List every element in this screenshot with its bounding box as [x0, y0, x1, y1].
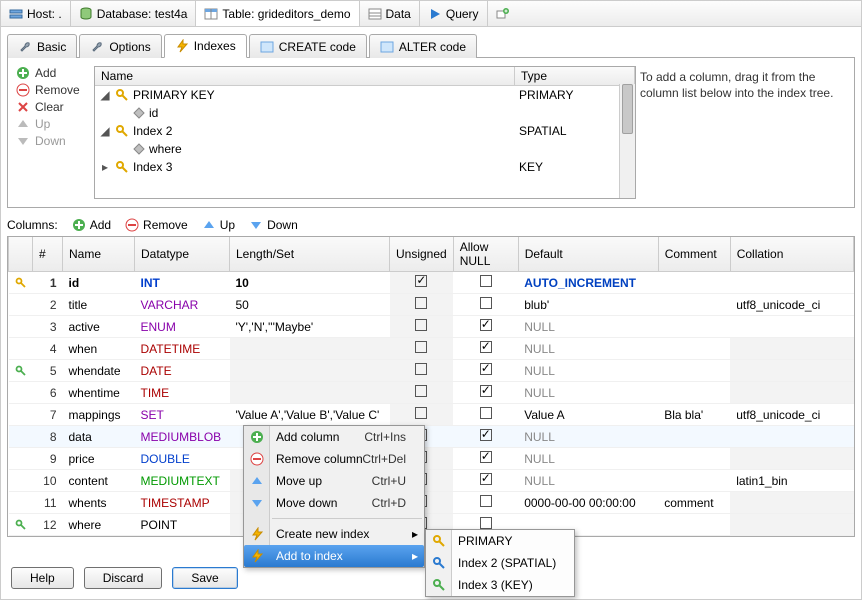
tab-options[interactable]: Options	[79, 34, 161, 58]
breadcrumb-database[interactable]: Database: test4a	[71, 1, 197, 26]
columns-grid[interactable]: # Name Datatype Length/Set Unsigned Allo…	[7, 236, 855, 537]
context-menu: Add columnCtrl+Ins Remove columnCtrl+Del…	[243, 425, 425, 568]
grid-header-unsigned[interactable]: Unsigned	[390, 237, 454, 272]
breadcrumb-data[interactable]: Data	[360, 1, 420, 26]
host-icon	[9, 7, 23, 21]
minus-icon	[249, 451, 265, 467]
down-icon	[249, 495, 265, 511]
tab-alter-code[interactable]: ALTER code	[369, 34, 477, 58]
menu-add-to-index[interactable]: Add to index ▸	[244, 545, 424, 567]
grid-header-datatype[interactable]: Datatype	[135, 237, 230, 272]
chevron-right-icon: ▸	[412, 549, 418, 563]
table-row[interactable]: 11whentsTIMESTAMP0000-00-00 00:00:00comm…	[9, 492, 854, 514]
breadcrumb-query-label: Query	[446, 7, 479, 21]
submenu-add-to-index: PRIMARY Index 2 (SPATIAL) Index 3 (KEY)	[425, 529, 575, 597]
lightning-icon	[175, 39, 189, 53]
menu-move-up[interactable]: Move upCtrl+U	[244, 470, 424, 492]
table-row[interactable]: 3activeENUM'Y','N','''Maybe'NULL	[9, 316, 854, 338]
index-remove-button[interactable]: Remove	[16, 83, 86, 97]
submenu-index3[interactable]: Index 3 (KEY)	[426, 574, 574, 596]
discard-button[interactable]: Discard	[84, 567, 163, 589]
help-button[interactable]: Help	[11, 567, 74, 589]
index-header-name: Name	[95, 67, 515, 85]
database-icon	[79, 7, 93, 21]
breadcrumb-table[interactable]: Table: grideditors_demo	[196, 1, 359, 26]
table-row[interactable]: 9priceDOUBLENULL	[9, 448, 854, 470]
breadcrumb-host-label: Host: .	[27, 7, 62, 21]
submenu-index2[interactable]: Index 2 (SPATIAL)	[426, 552, 574, 574]
sql-icon	[260, 40, 274, 54]
breadcrumb-host[interactable]: Host: .	[1, 1, 71, 26]
breadcrumb-database-label: Database: test4a	[97, 7, 188, 21]
grid-header-collation[interactable]: Collation	[730, 237, 853, 272]
bottom-buttons: Help Discard Save	[11, 567, 238, 589]
table-icon	[204, 7, 218, 21]
breadcrumb-table-label: Table: grideditors_demo	[222, 7, 350, 21]
index-tree-row[interactable]: ◢PRIMARY KEYPRIMARY	[95, 86, 635, 104]
index-tree-row[interactable]: ◢Index 2SPATIAL	[95, 122, 635, 140]
chevron-right-icon: ▸	[412, 527, 418, 541]
new-tab-button[interactable]	[488, 1, 518, 26]
table-row[interactable]: 1idINT10AUTO_INCREMENT	[9, 272, 854, 294]
table-row[interactable]: 4whenDATETIMENULL	[9, 338, 854, 360]
index-tree[interactable]: Name Type ◢PRIMARY KEYPRIMARYid◢Index 2S…	[94, 66, 636, 199]
table-row[interactable]: 10contentMEDIUMTEXTNULLlatin1_bin	[9, 470, 854, 492]
columns-toolbar: Columns: Add Remove Up Down	[7, 218, 855, 232]
grid-header-length[interactable]: Length/Set	[230, 237, 390, 272]
submenu-primary[interactable]: PRIMARY	[426, 530, 574, 552]
menu-create-index[interactable]: Create new index ▸	[244, 523, 424, 545]
index-tree-row[interactable]: where	[95, 140, 635, 158]
index-tree-row[interactable]: ▸Index 3KEY	[95, 158, 635, 176]
grid-header-default[interactable]: Default	[518, 237, 658, 272]
help-text: To add a column, drag it from the column…	[636, 66, 846, 199]
columns-add-button[interactable]: Add	[72, 218, 111, 232]
breadcrumb-query[interactable]: Query	[420, 1, 488, 26]
key-icon	[431, 577, 447, 593]
sql-icon	[380, 40, 394, 54]
lightning-icon	[249, 548, 265, 564]
columns-up-button[interactable]: Up	[202, 218, 235, 232]
indexes-pane: Add Remove Clear Up Down Name Type ◢PRIM…	[7, 58, 855, 208]
breadcrumb-bar: Host: . Database: test4a Table: gridedit…	[1, 1, 861, 27]
columns-remove-button[interactable]: Remove	[125, 218, 188, 232]
data-icon	[368, 7, 382, 21]
columns-down-button[interactable]: Down	[249, 218, 298, 232]
menu-add-column[interactable]: Add columnCtrl+Ins	[244, 426, 424, 448]
grid-header-allow-null[interactable]: Allow NULL	[453, 237, 518, 272]
key-icon	[431, 533, 447, 549]
grid-header-comment[interactable]: Comment	[658, 237, 730, 272]
key-icon	[431, 555, 447, 571]
grid-header-name[interactable]: Name	[63, 237, 135, 272]
table-row[interactable]: 2titleVARCHAR50blub'utf8_unicode_ci	[9, 294, 854, 316]
breadcrumb-data-label: Data	[386, 7, 411, 21]
table-row[interactable]: 7mappingsSET'Value A','Value B','Value C…	[9, 404, 854, 426]
tab-basic[interactable]: Basic	[7, 34, 77, 58]
menu-move-down[interactable]: Move downCtrl+D	[244, 492, 424, 514]
index-header-type: Type	[515, 67, 635, 85]
lightning-icon	[249, 526, 265, 542]
table-row[interactable]: 8dataMEDIUMBLOBNULL	[9, 426, 854, 448]
save-button[interactable]: Save	[172, 567, 237, 589]
wrench-icon	[90, 40, 104, 54]
tab-strip: Basic Options Indexes CREATE code ALTER …	[7, 33, 855, 58]
grid-header-num[interactable]: #	[33, 237, 63, 272]
new-tab-icon	[496, 7, 510, 21]
plus-icon	[249, 429, 265, 445]
index-add-button[interactable]: Add	[16, 66, 86, 80]
index-up-button[interactable]: Up	[16, 117, 86, 131]
wrench-icon	[18, 40, 32, 54]
columns-label: Columns:	[7, 218, 58, 232]
table-row[interactable]: 5whendateDATENULL	[9, 360, 854, 382]
index-clear-button[interactable]: Clear	[16, 100, 86, 114]
scrollbar[interactable]	[619, 84, 635, 198]
query-icon	[428, 7, 442, 21]
table-row[interactable]: 6whentimeTIMENULL	[9, 382, 854, 404]
up-icon	[249, 473, 265, 489]
menu-remove-column[interactable]: Remove columnCtrl+Del	[244, 448, 424, 470]
tab-create-code[interactable]: CREATE code	[249, 34, 367, 58]
tab-indexes[interactable]: Indexes	[164, 34, 247, 58]
index-tree-row[interactable]: id	[95, 104, 635, 122]
index-down-button[interactable]: Down	[16, 134, 86, 148]
index-actions: Add Remove Clear Up Down	[16, 66, 86, 199]
